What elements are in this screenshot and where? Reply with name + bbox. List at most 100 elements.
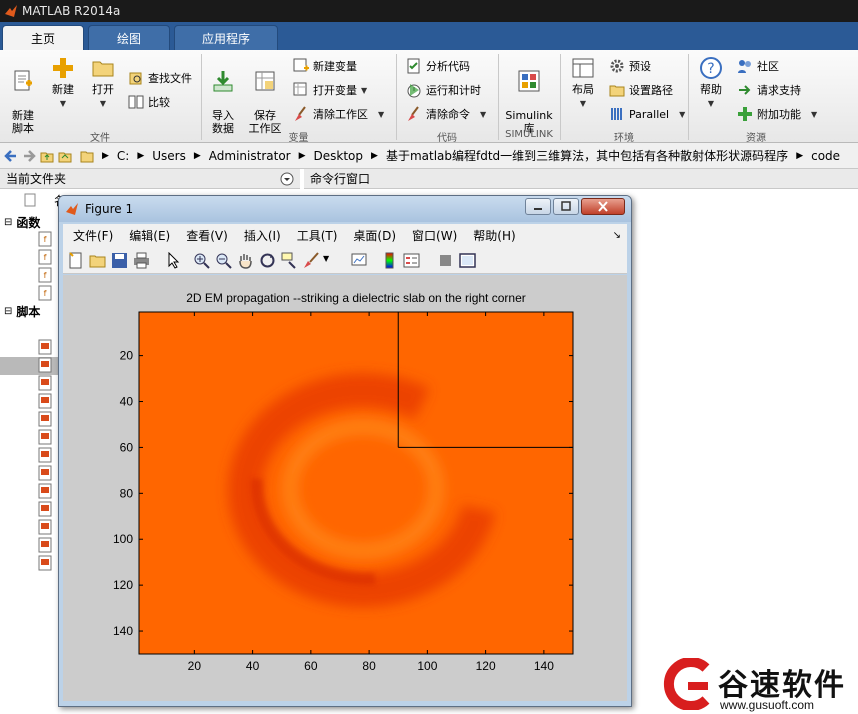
- breadcrumb-item[interactable]: 基于matlab编程fdtd一维到三维算法，其中包括有各种散射体形状源码程序: [386, 147, 788, 164]
- maximize-button[interactable]: [553, 198, 579, 215]
- new-variable-button[interactable]: 新建变量: [293, 56, 357, 76]
- print-icon[interactable]: [133, 252, 150, 269]
- new-figure-icon[interactable]: [67, 252, 84, 269]
- data-cursor-icon[interactable]: [281, 252, 298, 269]
- menu-help[interactable]: 帮助(H): [473, 227, 515, 244]
- menu-tools[interactable]: 工具(T): [297, 227, 338, 244]
- preferences-button[interactable]: 预设: [609, 56, 651, 76]
- maximize-icon: [561, 201, 571, 211]
- menu-edit[interactable]: 编辑(E): [129, 227, 170, 244]
- script-file-icon[interactable]: [38, 411, 52, 427]
- open-variable-button[interactable]: 打开变量 ▼: [293, 80, 367, 100]
- clear-workspace-button[interactable]: 清除工作区 ▼: [293, 104, 384, 124]
- menu-view[interactable]: 查看(V): [186, 227, 228, 244]
- collapse-icon[interactable]: ⊟: [4, 217, 12, 228]
- svg-text:f: f: [44, 271, 47, 280]
- save-workspace-button[interactable]: 保存 工作区: [246, 56, 284, 135]
- script-file-icon[interactable]: [38, 537, 52, 553]
- plus-icon: [53, 58, 73, 78]
- breadcrumb-item[interactable]: C:: [117, 149, 129, 163]
- script-file-icon[interactable]: [38, 501, 52, 517]
- browse-folder-icon[interactable]: [58, 149, 72, 163]
- close-button[interactable]: [581, 198, 625, 215]
- community-button[interactable]: 社区: [737, 56, 779, 76]
- breadcrumb-item[interactable]: Desktop: [314, 149, 364, 163]
- breadcrumb-item[interactable]: Administrator: [209, 149, 291, 163]
- dock-arrow-icon[interactable]: ↘: [613, 230, 621, 241]
- menu-file[interactable]: 文件(F): [73, 227, 113, 244]
- group-label-file: 文件: [90, 133, 110, 144]
- add-ons-button[interactable]: 附加功能 ▼: [737, 104, 817, 124]
- tree-group-scripts[interactable]: ⊟ 脚本: [4, 302, 40, 320]
- breadcrumb-item[interactable]: code: [811, 149, 840, 163]
- request-support-button[interactable]: 请求支持: [737, 80, 801, 100]
- zoom-in-icon[interactable]: [193, 252, 210, 269]
- analyze-code-button[interactable]: 分析代码: [406, 56, 470, 76]
- script-file-icon[interactable]: [38, 465, 52, 481]
- script-file-icon[interactable]: [38, 483, 52, 499]
- script-file-icon[interactable]: [38, 429, 52, 445]
- simulink-library-button[interactable]: Simulink 库: [503, 56, 555, 135]
- colorbar-icon[interactable]: [381, 252, 398, 269]
- tab-plots[interactable]: 绘图: [88, 25, 170, 50]
- back-arrow-icon[interactable]: [4, 149, 18, 163]
- chevron-down-icon: ▼: [679, 109, 686, 119]
- new-script-button[interactable]: 新建 脚本: [4, 56, 42, 135]
- rotate-3d-icon[interactable]: [259, 252, 276, 269]
- new-button[interactable]: 新建 ▼: [44, 56, 82, 110]
- tree-group-functions[interactable]: ⊟ 函数: [4, 213, 40, 231]
- script-file-icon[interactable]: [38, 339, 52, 355]
- script-file-icon[interactable]: [38, 375, 52, 391]
- ribbon-divider: [560, 54, 561, 140]
- hide-tools-icon[interactable]: [437, 252, 454, 269]
- script-file-icon[interactable]: [38, 393, 52, 409]
- run-time-icon: [407, 84, 421, 98]
- menu-insert[interactable]: 插入(I): [244, 227, 281, 244]
- script-file-icon[interactable]: [38, 357, 52, 373]
- app-titlebar: MATLAB R2014a: [0, 0, 858, 22]
- menu-window[interactable]: 窗口(W): [412, 227, 457, 244]
- function-file-icon[interactable]: f: [38, 285, 52, 301]
- forward-arrow-icon[interactable]: [22, 149, 36, 163]
- tab-home[interactable]: 主页: [2, 25, 84, 50]
- script-file-icon[interactable]: [38, 447, 52, 463]
- minimize-button[interactable]: [525, 198, 551, 215]
- zoom-out-icon[interactable]: [215, 252, 232, 269]
- open-button[interactable]: 打开 ▼: [84, 56, 122, 110]
- breadcrumb-item[interactable]: Users: [152, 149, 186, 163]
- layout-button[interactable]: 布局 ▼: [564, 56, 602, 110]
- link-plot-icon[interactable]: [351, 252, 368, 269]
- show-tools-icon[interactable]: [459, 252, 476, 269]
- panel-menu-icon[interactable]: [280, 172, 294, 186]
- save-icon[interactable]: [111, 252, 128, 269]
- legend-icon[interactable]: [403, 252, 420, 269]
- run-and-time-button[interactable]: 运行和计时: [406, 80, 481, 100]
- parallel-button[interactable]: Parallel ▼: [609, 104, 685, 124]
- brush-icon[interactable]: [303, 252, 320, 269]
- folder-icon: [92, 61, 114, 77]
- set-path-button[interactable]: 设置路径: [609, 80, 673, 100]
- ribbon-tabs: 主页 绘图 应用程序: [0, 22, 858, 50]
- function-file-icon[interactable]: f: [38, 231, 52, 247]
- svg-text:?: ?: [707, 61, 714, 77]
- find-files-button[interactable]: 查找文件: [128, 68, 192, 88]
- tab-apps[interactable]: 应用程序: [174, 25, 278, 50]
- pointer-icon[interactable]: [165, 252, 182, 269]
- compare-button[interactable]: 比较: [128, 92, 170, 112]
- collapse-icon[interactable]: ⊟: [4, 306, 12, 317]
- function-file-icon[interactable]: f: [38, 249, 52, 265]
- analyze-icon: [407, 58, 420, 74]
- minimize-icon: [534, 208, 542, 210]
- script-file-icon[interactable]: [38, 555, 52, 571]
- address-bar: ▶ C: ▶ Users ▶ Administrator ▶ Desktop ▶…: [0, 143, 858, 169]
- script-file-icon[interactable]: [38, 519, 52, 535]
- help-button[interactable]: ? 帮助 ▼: [692, 56, 730, 110]
- up-folder-icon[interactable]: [40, 149, 54, 163]
- chevron-down-icon[interactable]: ▼: [323, 254, 329, 263]
- pan-hand-icon[interactable]: [237, 252, 254, 269]
- function-file-icon[interactable]: f: [38, 267, 52, 283]
- clear-commands-button[interactable]: 清除命令 ▼: [406, 104, 486, 124]
- import-data-button[interactable]: 导入 数据: [204, 56, 242, 135]
- open-file-icon[interactable]: [89, 252, 106, 269]
- menu-desktop[interactable]: 桌面(D): [353, 227, 396, 244]
